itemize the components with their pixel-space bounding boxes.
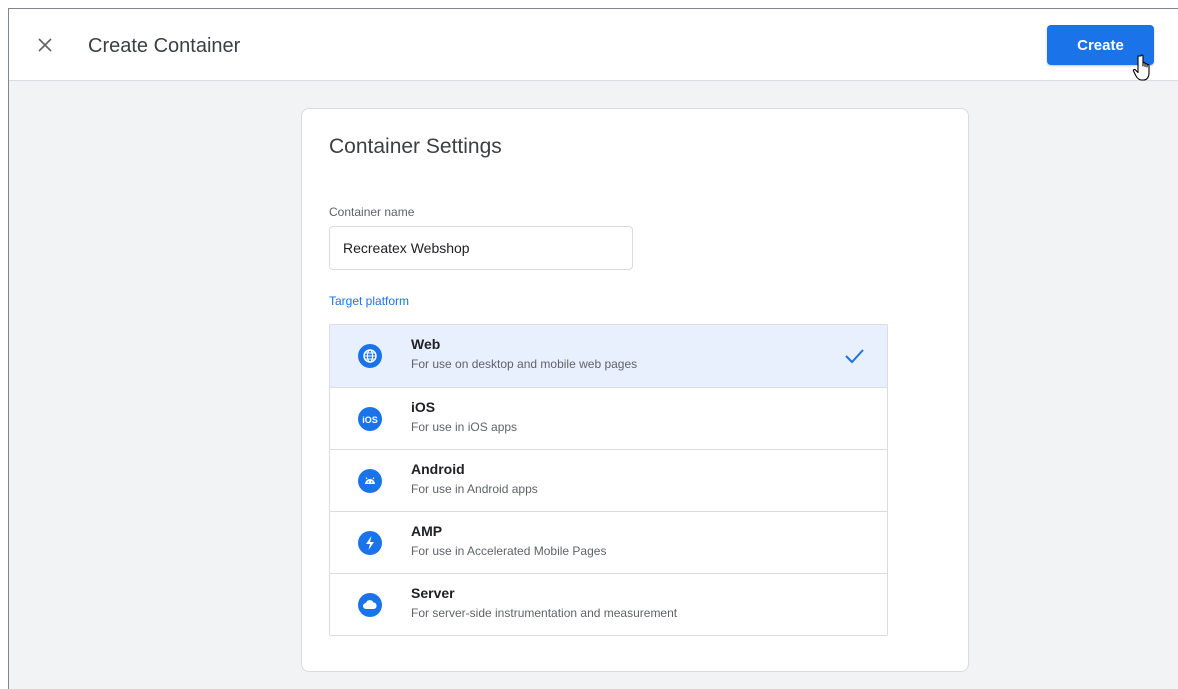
target-platform-label: Target platform (329, 294, 410, 308)
lightning-icon (358, 531, 382, 555)
container-name-input[interactable] (329, 226, 633, 270)
platform-option-server[interactable]: Server For server-side instrumentation a… (330, 573, 887, 635)
platform-description: For use in Accelerated Mobile Pages (411, 544, 607, 558)
platform-name: Server (411, 585, 455, 601)
globe-icon (358, 344, 382, 368)
app-frame: Create Container Create Container Settin… (8, 8, 1178, 689)
platform-option-amp[interactable]: AMP For use in Accelerated Mobile Pages (330, 511, 887, 573)
create-button[interactable]: Create (1047, 25, 1154, 65)
platform-name: Android (411, 461, 465, 477)
platform-option-android[interactable]: Android For use in Android apps (330, 449, 887, 511)
svg-text:iOS: iOS (362, 415, 378, 425)
platform-description: For use in Android apps (411, 482, 538, 496)
container-name-label: Container name (329, 205, 415, 219)
close-button[interactable] (31, 31, 59, 59)
platform-description: For server-side instrumentation and meas… (411, 606, 678, 620)
close-icon (38, 38, 52, 52)
platform-option-ios[interactable]: iOS iOS For use in iOS apps (330, 387, 887, 449)
platform-option-web[interactable]: Web For use on desktop and mobile web pa… (330, 325, 887, 387)
platform-name: AMP (411, 523, 443, 539)
card-title: Container Settings (329, 135, 502, 158)
platform-description: For use in iOS apps (411, 420, 518, 434)
platform-description: For use on desktop and mobile web pages (411, 357, 638, 371)
platform-list: Web For use on desktop and mobile web pa… (329, 324, 888, 636)
page-title: Create Container (88, 35, 241, 57)
platform-name: Web (411, 336, 441, 352)
checkmark-icon (845, 349, 864, 364)
android-icon (358, 469, 382, 493)
top-bar: Create Container Create (9, 9, 1178, 81)
container-settings-card: Container Settings Container name Target… (301, 108, 969, 672)
cloud-icon (358, 593, 382, 617)
ios-icon: iOS (358, 407, 382, 431)
platform-name: iOS (411, 399, 436, 415)
